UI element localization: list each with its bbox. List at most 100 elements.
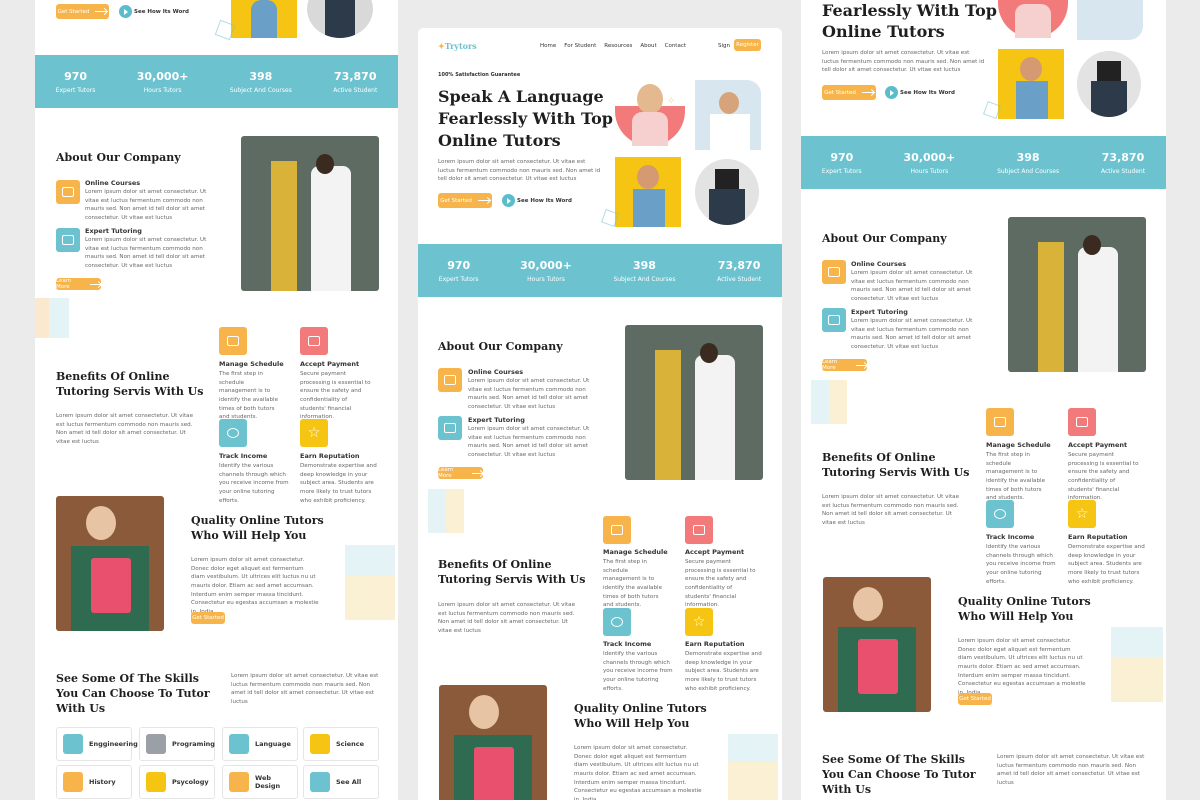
about-item-title: Online Courses [85, 179, 141, 187]
stats-band: 970 Expert Tutors 30,000+ Hours Tutors 398… [801, 136, 1166, 189]
brand-logo[interactable]: ✦Trytors [438, 41, 477, 51]
skills-title-line: See Some Of The Skills [56, 672, 199, 685]
skill-language[interactable]: Language [222, 727, 298, 761]
calendar-icon [986, 408, 1014, 436]
nav-home[interactable]: Home [540, 43, 556, 49]
benefits-title-line: Benefits Of Online [438, 558, 552, 571]
nav-about[interactable]: About [640, 43, 656, 49]
play-icon[interactable] [119, 5, 132, 18]
stats-band: 970 Expert Tutors 30,000+ Hours Tutors 398… [35, 55, 398, 108]
quality-photo [56, 496, 164, 631]
learn-more-button[interactable]: Learn More [438, 467, 483, 479]
about-item-title: Online Courses [851, 260, 907, 268]
benefit-body: Demonstrate expertise and deep knowledge… [685, 651, 762, 692]
hero-photo-pink [615, 80, 685, 146]
benefits-title-line: Tutoring Servis With Us [56, 385, 204, 398]
benefit-title: Earn Reputation [300, 452, 360, 460]
skill-history[interactable]: History [56, 765, 132, 799]
skill-programming[interactable]: Programing [139, 727, 215, 761]
benefit-title: Manage Schedule [986, 441, 1051, 449]
about-item-body: Lorem ipsum dolor sit amet consectetur. … [85, 237, 207, 269]
quality-body: Lorem ipsum dolor sit amet consectetur. … [191, 557, 319, 615]
about-photo [241, 136, 379, 291]
stats-band: 970 Expert Tutors 30,000+ Hours Tutors 398… [418, 244, 782, 297]
skill-engineering[interactable]: Enggineering [56, 727, 138, 761]
skills-title-line: With Us [56, 702, 106, 715]
star-icon: ☆ [300, 419, 328, 447]
quality-title-line: Quality Online Tutors [191, 514, 324, 527]
card-icon [685, 516, 713, 544]
quality-title-line: Quality Online Tutors [958, 595, 1091, 608]
about-title: About Our Company [56, 151, 181, 164]
watch-link[interactable]: See How Its Word [134, 9, 189, 15]
benefits-body: Lorem ipsum dolor sit amet consectetur. … [56, 413, 194, 445]
benefit-body: The first step in schedule management is… [986, 452, 1046, 502]
about-item-title: Expert Tutoring [468, 416, 525, 424]
benefit-body: Demonstrate expertise and deep knowledge… [300, 463, 377, 504]
skill-web-design[interactable]: Web Design [222, 765, 298, 799]
quality-body: Lorem ipsum dolor sit amet consectetur. … [574, 745, 702, 800]
get-started-button[interactable]: Get Started [958, 693, 992, 705]
star-outline-icon: ✧ [667, 96, 676, 107]
skill-see-all[interactable]: See All [303, 765, 379, 799]
stat: 30,000+ Hours Tutors [520, 258, 572, 283]
quality-title-line: Who Will Help You [191, 529, 307, 542]
stat: 73,870 Active Student [1100, 150, 1146, 175]
about-item-title: Expert Tutoring [85, 227, 142, 235]
decorative-shapes [1111, 627, 1163, 702]
register-button[interactable]: Register [734, 39, 761, 51]
skills-title-line: You Can Choose To Tutor [56, 687, 210, 700]
hero-title-line: Fearlessly With Top [822, 1, 997, 20]
benefit-body: Secure payment processing is essential t… [685, 559, 756, 609]
benefit-title: Accept Payment [300, 360, 360, 368]
nav-for-student[interactable]: For Student [564, 43, 596, 49]
play-icon[interactable] [502, 194, 515, 207]
about-photo [1008, 217, 1146, 372]
card-icon [1068, 408, 1096, 436]
quality-title-line: Quality Online Tutors [574, 702, 707, 715]
calendar-icon [219, 327, 247, 355]
about-item-body: Lorem ipsum dolor sit amet consectetur. … [85, 189, 207, 221]
calendar-icon [603, 516, 631, 544]
hero-photo-graduate [307, 0, 373, 38]
benefits-body: Lorem ipsum dolor sit amet consectetur. … [822, 494, 960, 526]
watch-link[interactable]: See How Its Word [517, 198, 572, 204]
decorative-squares [428, 489, 464, 533]
left-preview: Get Started See How Its Word 970 Expert T… [35, 0, 398, 800]
center-preview: ✦Trytors Home For Student Resources Abou… [418, 28, 782, 800]
watch-link[interactable]: See How Its Word [900, 90, 955, 96]
stat: 970 Expert Tutors [438, 258, 479, 283]
signin-link[interactable]: Sign [718, 43, 730, 49]
nav-contact[interactable]: Contact [665, 43, 686, 49]
online-courses-icon [822, 260, 846, 284]
hero-photo-blue [1077, 0, 1143, 40]
benefit-body: The first step in schedule management is… [603, 559, 663, 609]
nav-resources[interactable]: Resources [604, 43, 632, 49]
quality-title-line: Who Will Help You [958, 610, 1074, 623]
learn-more-button[interactable]: Learn More [56, 278, 101, 290]
get-started-button[interactable]: Get Started [191, 612, 225, 624]
skill-psychology[interactable]: Psycology [139, 765, 215, 799]
get-started-button[interactable]: Get Started [56, 4, 109, 19]
play-icon[interactable] [885, 86, 898, 99]
benefit-body: Demonstrate expertise and deep knowledge… [1068, 544, 1145, 585]
benefit-title: Earn Reputation [1068, 533, 1128, 541]
get-started-button[interactable]: Get Started [822, 85, 876, 100]
quality-title-line: Who Will Help You [574, 717, 690, 730]
star-icon: ☆ [685, 608, 713, 636]
pie-chart-icon [603, 608, 631, 636]
stat: 73,870 Active Student [717, 258, 762, 283]
skill-science[interactable]: Science [303, 727, 379, 761]
pie-chart-icon [219, 419, 247, 447]
about-item-title: Online Courses [468, 368, 524, 376]
right-preview: Fearlessly With Top Online Tutors Lorem … [801, 0, 1166, 800]
benefit-title: Track Income [219, 452, 268, 460]
get-started-button[interactable]: Get Started [438, 193, 492, 208]
learn-more-button[interactable]: Learn More [822, 359, 867, 371]
about-item-body: Lorem ipsum dolor sit amet consectetur. … [468, 378, 590, 410]
benefit-body: The first step in schedule management is… [219, 371, 279, 421]
hero-title-line: Online Tutors [438, 131, 561, 150]
benefits-body: Lorem ipsum dolor sit amet consectetur. … [438, 602, 576, 634]
benefits-title-line: Tutoring Servis With Us [438, 573, 586, 586]
hero-photo-blue [695, 80, 761, 150]
